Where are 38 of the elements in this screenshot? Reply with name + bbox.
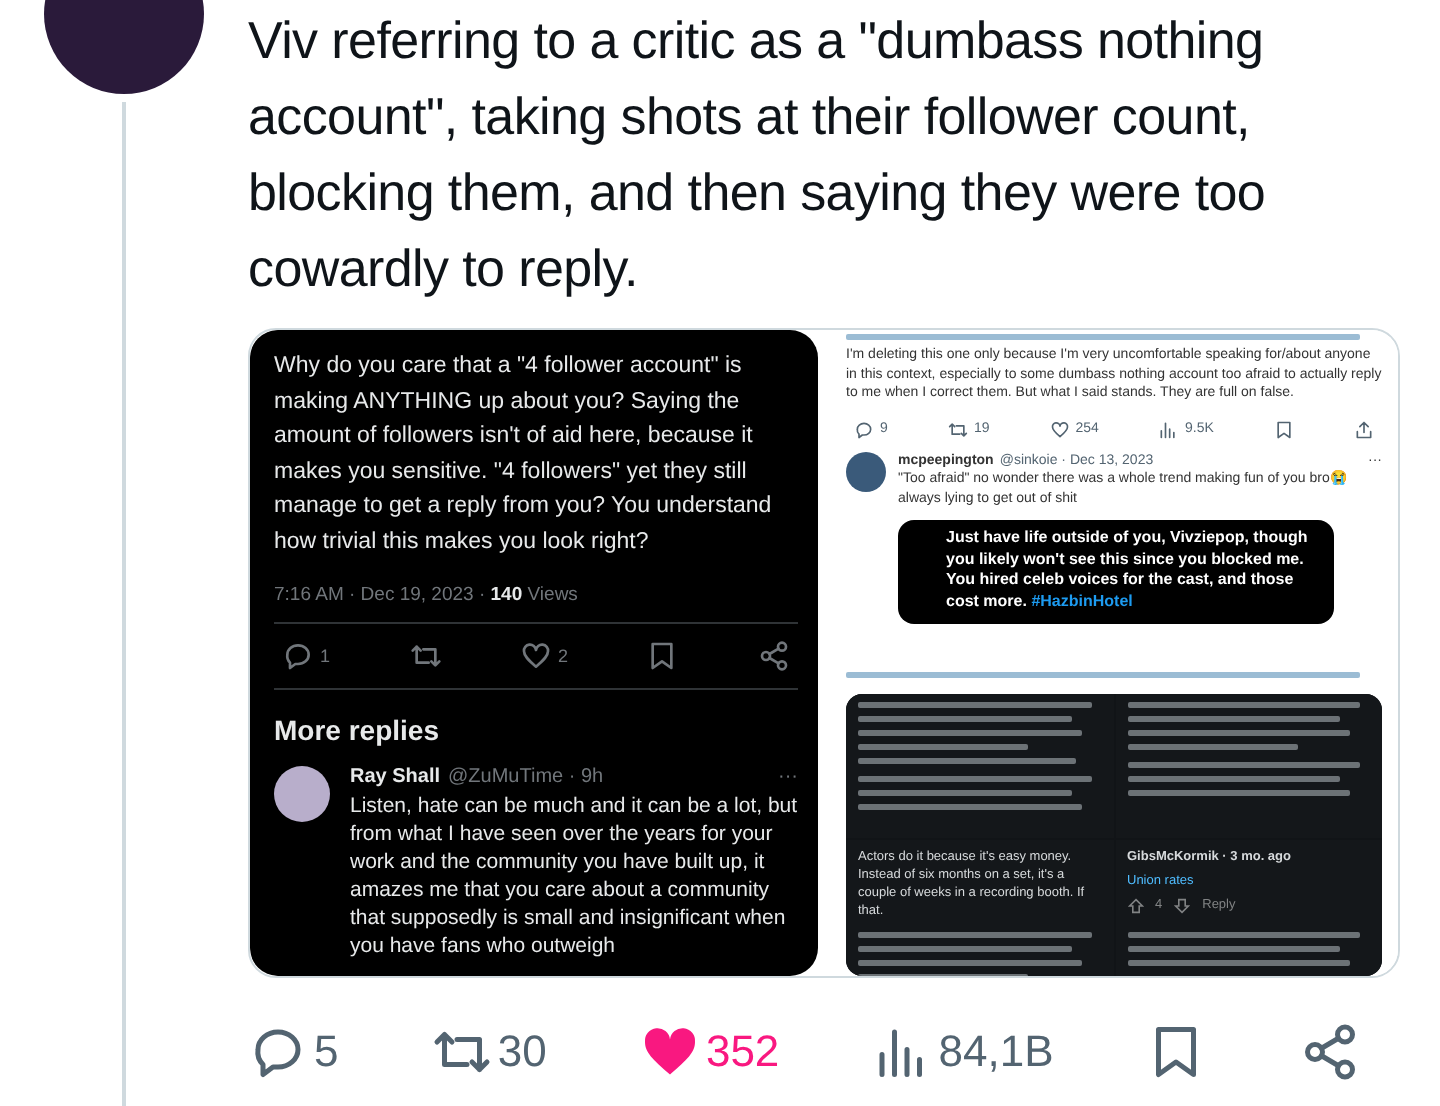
- share-icon: [1300, 1022, 1360, 1082]
- image-text: Just have life outside of you, Vivziepop, though you likely won't see this since you blocked me. You hired celeb voices for the cast, and those cost more. #HazbinHotel: [898, 520, 1334, 624]
- avatar: [846, 451, 886, 491]
- more-button[interactable]: ···: [778, 766, 798, 788]
- like-button[interactable]: 352: [639, 1022, 780, 1082]
- reply-text: Listen, hate can be much and it can be a lot, but from what I have seen over the years for your work and the community you have built up, it amazes me that you care about a community that supposedly is small and insignificant when you have fans who outweigh: [350, 792, 798, 960]
- upload-button[interactable]: [1353, 419, 1374, 439]
- heart-icon: [1049, 419, 1070, 439]
- repost-button[interactable]: 30: [431, 1022, 547, 1082]
- bookmark-icon: [646, 640, 679, 672]
- upvote-icon[interactable]: [1127, 897, 1143, 913]
- quoted-tweet-text: Why do you care that a "4 follower account" is making ANYTHING up about you? Saying the amount of followers isn't of aid here, because it makes you sensitive. "4 followers" yet they still manage to get a reply from you? You understand how trivial this makes you look right?: [274, 352, 774, 557]
- repost-icon: [947, 419, 968, 439]
- reply-button[interactable]: 1: [282, 640, 331, 672]
- upload-icon: [1353, 419, 1374, 439]
- hashtag-link[interactable]: #HazbinHotel: [1031, 591, 1133, 609]
- avatar: [274, 766, 330, 822]
- share-icon: [757, 640, 790, 672]
- bookmark-icon: [1273, 419, 1294, 439]
- tweet-meta: 7:16 AM · Dec 19, 2023 · 140 Views: [274, 584, 580, 606]
- downvote-icon[interactable]: [1174, 897, 1191, 913]
- heart-icon: [519, 640, 552, 672]
- bar-chart-icon: [1158, 419, 1179, 439]
- user-handle: @ZuMuTime · 9h: [448, 766, 606, 788]
- bookmark-button[interactable]: [1273, 419, 1294, 439]
- reply-button[interactable]: 5: [248, 1022, 339, 1082]
- comment-icon: [854, 419, 874, 439]
- post-text: Viv referring to a critic as a "dumbass nothing account", taking shots at their follower count, blocking them, and then saying they were too cowardly to reply.: [248, 8, 1268, 302]
- user-name: Ray Shall: [350, 766, 441, 788]
- comment-icon: [282, 640, 314, 672]
- repost-button[interactable]: [409, 640, 441, 672]
- bookmark-button[interactable]: [646, 640, 679, 672]
- like-button[interactable]: 2: [519, 640, 568, 672]
- share-button[interactable]: [1300, 1022, 1360, 1082]
- views-button[interactable]: 84,1B: [872, 1022, 1054, 1082]
- share-button[interactable]: [757, 640, 790, 672]
- section-title: More replies: [274, 714, 441, 746]
- repost-icon: [409, 640, 441, 672]
